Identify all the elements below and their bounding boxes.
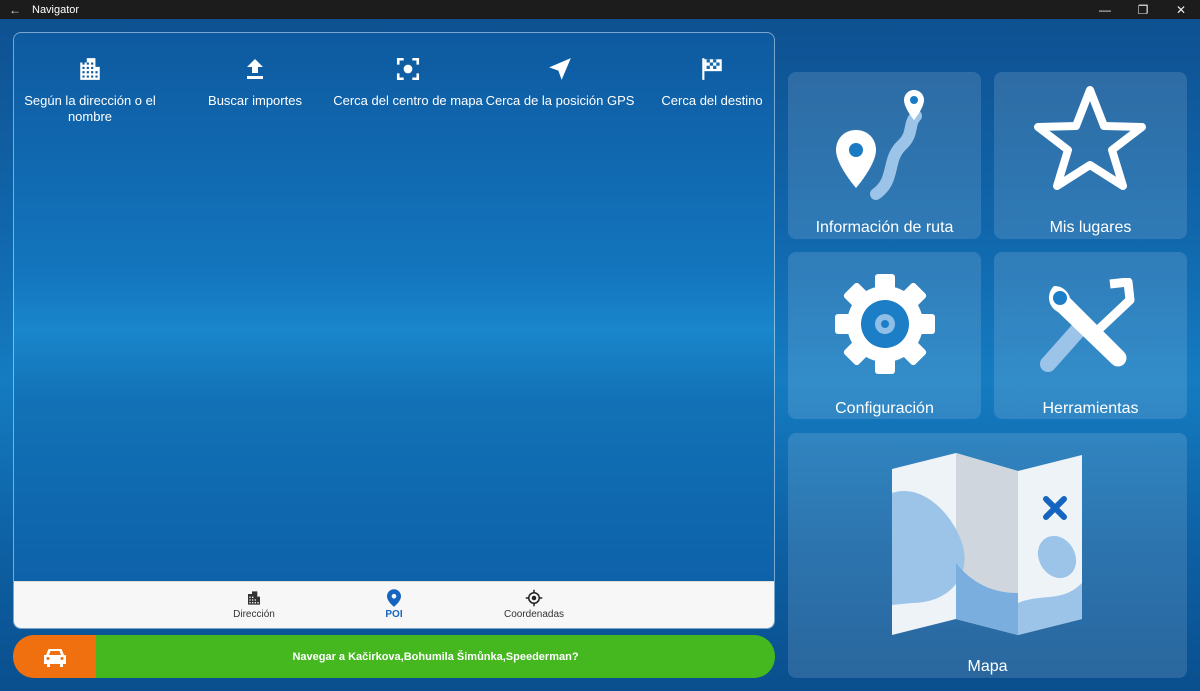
tab-address-label: Dirección xyxy=(233,609,275,620)
poi-by-address-button[interactable]: Según la dirección o el nombre xyxy=(14,53,166,125)
poi-gps-label: Cerca de la posición GPS xyxy=(485,93,635,108)
poi-destination-button[interactable]: Cerca del destino xyxy=(636,53,774,109)
pin-icon xyxy=(339,588,449,608)
map-tile[interactable]: Mapa xyxy=(788,433,1187,678)
tab-address[interactable]: Dirección xyxy=(199,588,309,620)
tools-icon xyxy=(1040,278,1135,372)
window-controls: — ❐ ✕ xyxy=(1086,0,1200,19)
building-icon xyxy=(14,53,166,85)
gear-icon xyxy=(835,274,935,374)
tab-coordinates[interactable]: Coordenadas xyxy=(479,588,589,620)
gps-arrow-icon xyxy=(484,53,636,85)
route-info-label: Información de ruta xyxy=(815,219,954,236)
tools-label: Herramientas xyxy=(1042,400,1139,417)
tab-poi[interactable]: POI xyxy=(339,588,449,620)
window-title: Navigator xyxy=(32,3,80,16)
tab-coordinates-label: Coordenadas xyxy=(503,609,565,620)
poi-options-row: Según la dirección o el nombre Buscar im… xyxy=(14,33,774,153)
tools-tile[interactable]: Herramientas xyxy=(994,252,1187,419)
poi-map-center-label: Cerca del centro de mapa xyxy=(333,93,483,108)
star-icon xyxy=(1034,86,1146,190)
search-mode-tabs: Dirección POI Coordenadas xyxy=(14,581,774,628)
close-button[interactable]: ✕ xyxy=(1162,0,1200,19)
map-label: Mapa xyxy=(967,658,1008,675)
poi-map-center-button[interactable]: Cerca del centro de mapa xyxy=(332,53,484,109)
poi-import-button[interactable]: Buscar importes xyxy=(179,53,331,109)
map-icon xyxy=(892,453,1082,635)
settings-label: Configuración xyxy=(835,400,934,417)
navigate-to-button[interactable]: Navegar a Kačirkova,Bohumila Šimůnka,Spe… xyxy=(13,635,775,678)
upload-icon xyxy=(179,53,331,85)
poi-destination-label: Cerca del destino xyxy=(661,93,763,108)
poi-search-panel: Según la dirección o el nombre Buscar im… xyxy=(13,32,775,629)
settings-tile[interactable]: Configuración xyxy=(788,252,981,419)
minimize-button[interactable]: — xyxy=(1086,0,1124,19)
checkered-flag-icon xyxy=(636,53,774,85)
my-places-tile[interactable]: Mis lugares xyxy=(994,72,1187,239)
navigate-label: Navegar a Kačirkova,Bohumila Šimůnka,Spe… xyxy=(96,635,775,678)
back-arrow-icon[interactable]: ← xyxy=(0,3,30,17)
restore-button[interactable]: ❐ xyxy=(1124,0,1162,19)
poi-by-address-label: Según la dirección o el nombre xyxy=(24,93,156,124)
car-icon xyxy=(13,635,96,678)
crosshair-icon xyxy=(479,588,589,608)
my-places-label: Mis lugares xyxy=(1049,219,1132,236)
poi-gps-button[interactable]: Cerca de la posición GPS xyxy=(484,53,636,109)
poi-import-label: Buscar importes xyxy=(208,93,302,108)
map-center-icon xyxy=(332,53,484,85)
tab-poi-label: POI xyxy=(385,609,403,620)
route-info-tile[interactable]: Información de ruta xyxy=(788,72,981,239)
title-bar: ← Navigator — ❐ ✕ xyxy=(0,0,1200,19)
route-info-icon xyxy=(836,90,924,200)
building-icon xyxy=(199,588,309,608)
